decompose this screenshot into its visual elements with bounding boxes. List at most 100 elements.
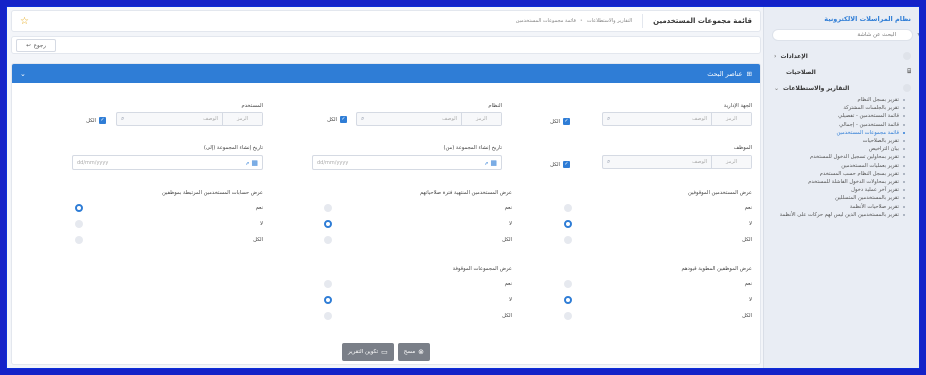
employee-desc[interactable]: الوصف ⌕ [603, 156, 711, 168]
radio-group-title: عرض المجموعات الموقوفة [452, 266, 512, 272]
admin-entity-desc[interactable]: الوصف ⌕ [603, 113, 711, 125]
radio-option-no[interactable]: لا [324, 292, 512, 308]
radio-group-suspended-users: عرض المستخدمين الموقوفين نعم لا الكل [564, 190, 752, 248]
clear-button[interactable]: ⊗ مسح [397, 343, 431, 361]
sidebar-item[interactable]: تقرير بمحاولين تسجيل الدخول للمستخدم [772, 153, 905, 161]
screen-search-input[interactable] [773, 30, 912, 40]
checkbox-label: الكل [327, 116, 337, 123]
sidebar-item[interactable]: تقرير آخر عملية دخول [772, 186, 905, 194]
radio-button-selected[interactable] [564, 220, 572, 228]
sidebar-item[interactable]: تقرير بالمستخدمين الذين ليس لهم حركات عل… [772, 211, 905, 219]
date-from-input[interactable]: ▦ م dd/mm/yyyy [312, 155, 502, 170]
system-all-checkbox[interactable]: ✓ الكل [327, 116, 347, 123]
radio-button[interactable] [324, 204, 332, 212]
user-code[interactable]: الرمز [222, 113, 262, 125]
sidebar-item[interactable]: بيان التراخيص [772, 145, 905, 153]
search-icon[interactable]: ⌕ [607, 115, 610, 123]
sidebar-item[interactable]: تقرير بالمستخدمين المتسللين [772, 194, 905, 202]
sidebar-item[interactable]: تقرير بعمليات المستخدمين [772, 162, 905, 170]
back-label: رجوع [33, 42, 46, 49]
radio-option-no[interactable]: لا [564, 216, 752, 232]
radio-button[interactable] [324, 280, 332, 288]
radio-button-selected[interactable] [324, 296, 332, 304]
sidebar-item[interactable]: تقرير بالصلاحيات [772, 137, 905, 145]
system-code[interactable]: الرمز [461, 113, 501, 125]
search-panel-header[interactable]: ⊞ عناصر البحث ⌄ [12, 64, 760, 83]
radio-button[interactable] [324, 312, 332, 320]
user-desc-text: الوصف [203, 116, 218, 122]
radio-label: الكل [253, 237, 263, 243]
reports-submenu: تقرير بسجل النظام تقرير بالجلسات المشترك… [772, 96, 913, 219]
radio-button[interactable] [564, 236, 572, 244]
breadcrumb-item[interactable]: التقارير والاستطلاعات [587, 18, 632, 24]
radio-option-all[interactable]: الكل [324, 232, 512, 248]
date-to-input[interactable]: ▦ م dd/mm/yyyy [72, 155, 263, 170]
radio-option-all[interactable]: الكل [564, 308, 752, 324]
radio-option-yes[interactable]: نعم [564, 200, 752, 216]
sidebar-item[interactable]: تقرير بمحاولات الدخول الفاشلة للمستخدم [772, 178, 905, 186]
radio-button[interactable] [75, 220, 83, 228]
sidebar-item[interactable]: تقرير بسجل النظام [772, 96, 905, 104]
admin-entity-desc-text: الوصف [692, 116, 707, 122]
radio-option-no[interactable]: لا [75, 216, 263, 232]
user-field[interactable]: الرمز الوصف ⌕ [116, 112, 263, 126]
radio-button[interactable] [324, 236, 332, 244]
radio-option-no[interactable]: لا [564, 292, 752, 308]
chevron-down-icon[interactable]: ⌄ [20, 70, 26, 78]
radio-option-yes[interactable]: نعم [75, 200, 263, 216]
user-label: المستخدم [241, 103, 264, 109]
radio-option-yes[interactable]: نعم [324, 276, 512, 292]
radio-option-yes[interactable]: نعم [564, 276, 752, 292]
radio-option-yes[interactable]: نعم [324, 200, 512, 216]
sidebar-item[interactable]: تقرير صلاحيات الأنظمة [772, 203, 905, 211]
user-all-checkbox[interactable]: ✓ الكل [86, 117, 106, 124]
sidebar-item[interactable]: قائمة المستخدمين - إجمالي [772, 121, 905, 129]
sidebar-item[interactable]: تقرير بسجل النظام حسب المستخدم [772, 170, 905, 178]
calendar-icon[interactable]: ▦ م [246, 159, 258, 167]
search-icon[interactable]: ⌕ [121, 115, 124, 123]
search-icon[interactable]: ⌕ [607, 158, 610, 166]
employee-code[interactable]: الرمز [711, 156, 751, 168]
radio-button[interactable] [564, 280, 572, 288]
employee-all-checkbox[interactable]: ✓ الكل [550, 161, 570, 168]
radio-group-title: عرض المستخدمين المنتهية فترة صلاحياتهم [419, 190, 512, 196]
sidebar-search[interactable]: ▼ [772, 29, 919, 41]
search-icon[interactable]: ⌕ [361, 115, 364, 123]
system-field[interactable]: الرمز الوصف ⌕ [356, 112, 502, 126]
back-button[interactable]: رجوع ↩ [16, 39, 56, 52]
sidebar-item[interactable]: تقرير بالجلسات المشتركة [772, 104, 905, 112]
radio-button-selected[interactable] [324, 220, 332, 228]
sidebar-item-active[interactable]: قائمة مجموعات المستخدمين [772, 129, 905, 137]
filter-icon[interactable]: ▼ [917, 32, 919, 39]
radio-option-all[interactable]: الكل [324, 308, 512, 324]
system-desc[interactable]: الوصف ⌕ [357, 113, 461, 125]
date-from-label: تاريخ إنشاء المجموعة (من) [443, 145, 502, 151]
radio-button[interactable] [75, 236, 83, 244]
calendar-icon[interactable]: ▦ م [485, 159, 497, 167]
admin-entity-code[interactable]: الرمز [711, 113, 751, 125]
radio-label: لا [749, 297, 752, 303]
search-criteria-icon: ⊞ [746, 69, 752, 78]
employee-field[interactable]: الرمز الوصف ⌕ [602, 155, 752, 169]
radio-option-no[interactable]: لا [324, 216, 512, 232]
radio-option-all[interactable]: الكل [75, 232, 263, 248]
radio-label: نعم [744, 205, 752, 211]
admin-entity-field[interactable]: الرمز الوصف ⌕ [602, 112, 752, 126]
sidebar-group-permissions[interactable]: ⌸ الصلاحيات [772, 64, 913, 80]
radio-button[interactable] [564, 312, 572, 320]
radio-button-selected[interactable] [564, 296, 572, 304]
radio-label: نعم [744, 281, 752, 287]
radio-option-all[interactable]: الكل [564, 232, 752, 248]
admin-entity-all-checkbox[interactable]: ✓ الكل [550, 118, 570, 125]
generate-report-button[interactable]: ▭ تكوين التقرير [342, 343, 394, 361]
sidebar-group-reports[interactable]: التقارير والاستطلاعات ⌄ [772, 80, 913, 96]
favorite-star-icon[interactable]: ☆ [20, 16, 29, 27]
user-desc[interactable]: الوصف ⌕ [117, 113, 222, 125]
sidebar-group-settings[interactable]: الإعدادات ‹ [772, 48, 913, 64]
search-panel-title: عناصر البحث [707, 69, 743, 78]
radio-button-selected[interactable] [75, 204, 83, 212]
sidebar-item[interactable]: قائمة المستخدمين - تفصيلي [772, 112, 905, 120]
breadcrumb-item: قائمة مجموعات المستخدمين [515, 18, 576, 24]
radio-label: الكل [742, 237, 752, 243]
radio-button[interactable] [564, 204, 572, 212]
